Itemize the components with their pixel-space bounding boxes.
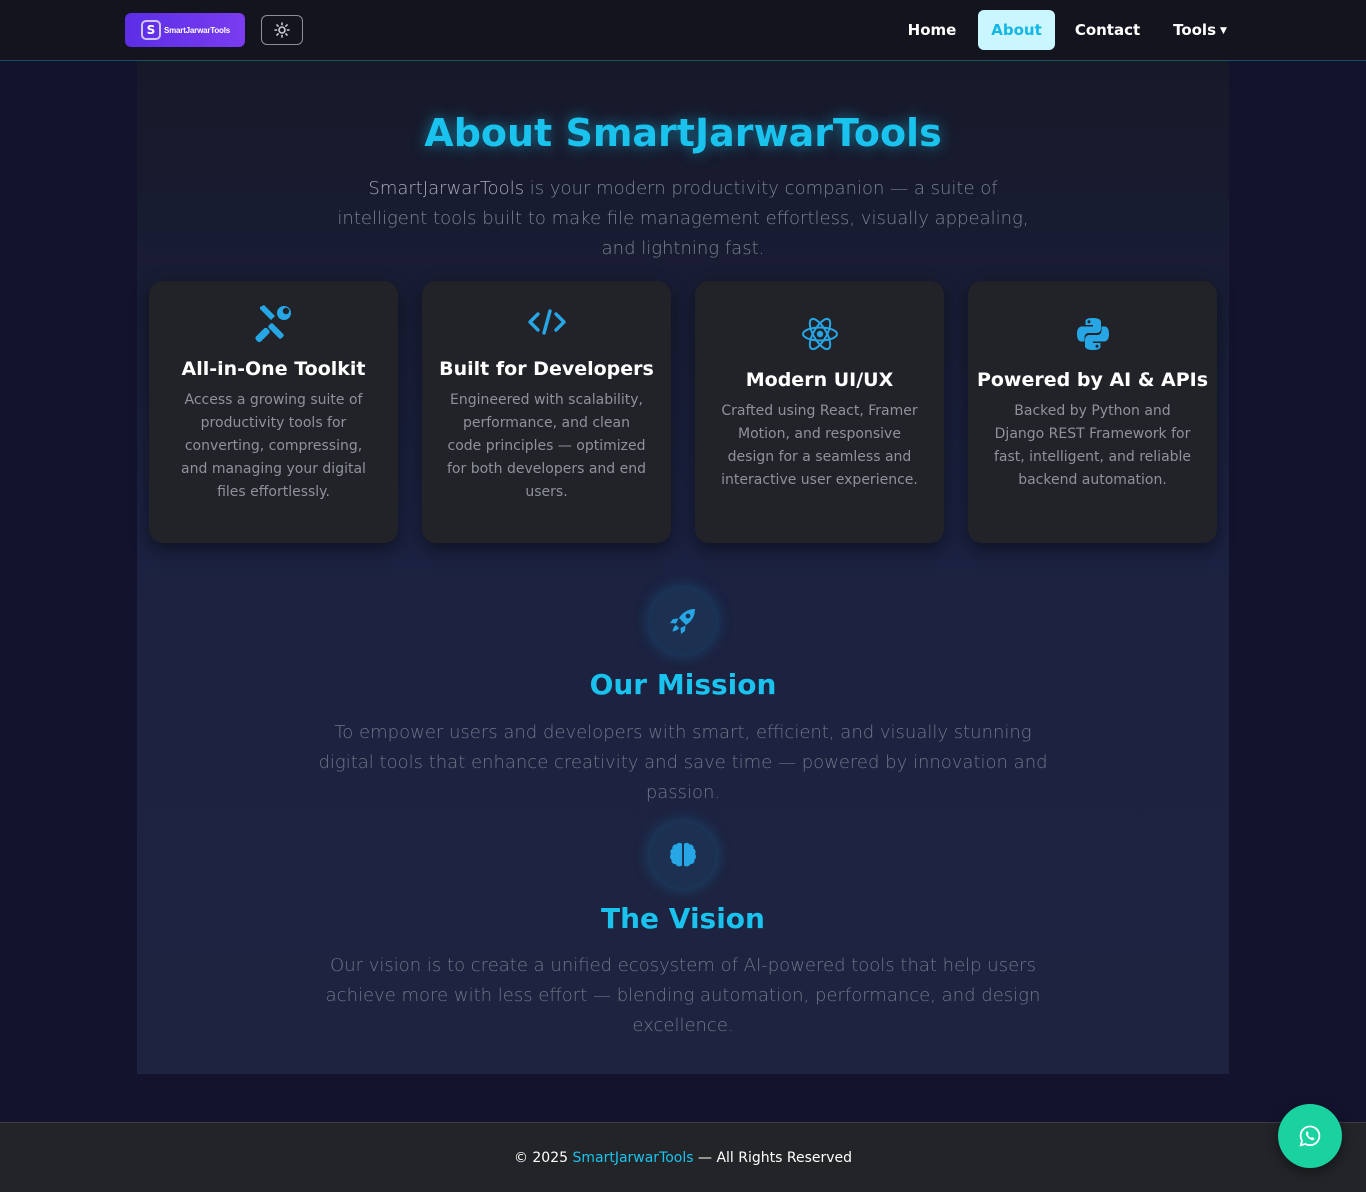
card-text: Access a growing suite of productivity t… [181,392,366,500]
navbar: S SmartJarwarTools Home About Contact To… [0,0,1366,61]
footer-copyright: © 2025 [513,1150,573,1166]
vision-text: Our vision is to create a unified ecosys… [325,955,1041,1036]
feature-card-toolkit: All-in-One Toolkit Access a growing suit… [149,281,398,543]
rocket-icon [670,609,695,634]
nav-link-contact[interactable]: Contact [1067,10,1148,50]
card-text: Backed by Python and Django REST Framewo… [993,403,1192,488]
card-text: Engineered with scalability, performance… [447,392,646,500]
chevron-down-icon: ▼ [1220,26,1227,36]
card-title: All-in-One Toolkit [181,358,366,380]
nav-links: Home About Contact Tools ▼ [0,10,1366,50]
page-title: About SmartJarwarTools [424,111,942,155]
mission-text: To empower users and developers with sma… [318,722,1048,803]
mission-icon-badge [650,588,716,654]
footer: © 2025 SmartJarwarTools — All Rights Res… [0,1122,1366,1192]
nav-link-about[interactable]: About [978,10,1055,50]
feature-card-ai: Powered by AI & APIs Backed by Python an… [968,281,1217,543]
card-title: Modern UI/UX [745,369,894,391]
feature-card-uiux: Modern UI/UX Crafted using React, Framer… [695,281,944,543]
vision-title: The Vision [601,902,765,935]
hero-brand-highlight: SmartJarwarTools [368,178,525,199]
whatsapp-chat-button[interactable] [1278,1104,1342,1168]
vision-icon-badge [650,822,716,888]
footer-rights: — All Rights Reserved [693,1150,853,1166]
nav-link-tools[interactable]: Tools ▼ [1160,10,1240,50]
footer-brand-link[interactable]: SmartJarwarTools [572,1150,693,1166]
card-title: Powered by AI & APIs [976,369,1209,391]
code-icon [422,307,671,337]
python-icon [968,316,1217,352]
brain-icon [670,842,696,867]
tools-icon [149,303,398,343]
hero-description: SmartJarwarTools is your modern producti… [333,174,1033,264]
card-text: Crafted using React, Framer Motion, and … [721,403,918,488]
card-title: Built for Developers [439,358,654,380]
mission-title: Our Mission [589,668,777,701]
feature-card-developers: Built for Developers Engineered with sca… [422,281,671,543]
nav-link-home[interactable]: Home [898,10,966,50]
nav-link-tools-label: Tools [1173,21,1216,39]
react-icon [695,316,944,352]
whatsapp-icon [1299,1125,1321,1147]
